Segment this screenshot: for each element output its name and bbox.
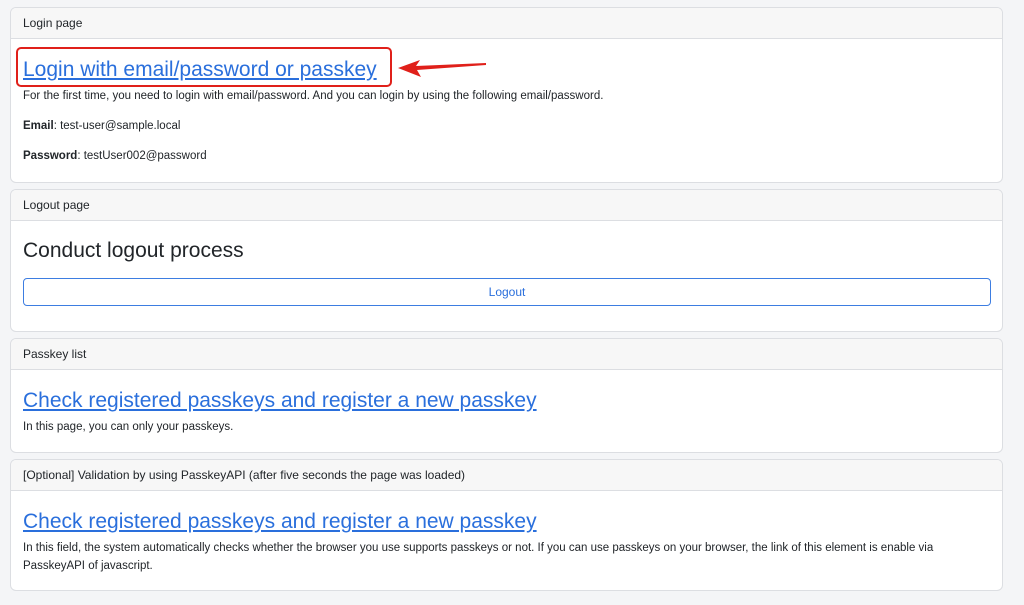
page: Login page Login with email/password or … <box>0 0 1024 605</box>
login-card-header: Login page <box>11 8 1002 39</box>
email-line: Email: test-user@sample.local <box>23 117 990 135</box>
login-card: Login page Login with email/password or … <box>10 7 1003 183</box>
optional-validation-card-body: Check registered passkeys and register a… <box>11 491 1002 575</box>
password-value: : testUser002@password <box>77 150 207 162</box>
passkey-list-card-body: Check registered passkeys and register a… <box>11 370 1002 436</box>
optional-validation-card: [Optional] Validation by using PasskeyAP… <box>10 459 1003 591</box>
login-note: For the first time, you need to login wi… <box>23 90 604 102</box>
email-value: : test-user@sample.local <box>53 120 181 132</box>
passkey-list-note: In this page, you can only your passkeys… <box>23 421 234 433</box>
logout-card: Logout page Conduct logout process Logou… <box>10 189 1003 332</box>
password-label: Password <box>23 150 78 162</box>
optional-validation-note: In this field, the system automatically … <box>23 542 934 572</box>
passkey-list-link[interactable]: Check registered passkeys and register a… <box>23 388 537 414</box>
logout-card-body: Conduct logout process Logout <box>11 238 1002 306</box>
logout-button[interactable]: Logout <box>23 278 991 306</box>
logout-card-header: Logout page <box>11 190 1002 221</box>
email-label: Email <box>23 120 54 132</box>
password-line: Password: testUser002@password <box>23 147 990 165</box>
passkey-list-card: Passkey list Check registered passkeys a… <box>10 338 1003 453</box>
annotation-highlight-box <box>16 47 392 87</box>
passkey-list-card-header: Passkey list <box>11 339 1002 370</box>
optional-passkey-link[interactable]: Check registered passkeys and register a… <box>23 509 537 535</box>
logout-title: Conduct logout process <box>23 239 244 262</box>
annotation-arrow-icon <box>398 60 486 77</box>
optional-validation-card-header: [Optional] Validation by using PasskeyAP… <box>11 460 1002 491</box>
